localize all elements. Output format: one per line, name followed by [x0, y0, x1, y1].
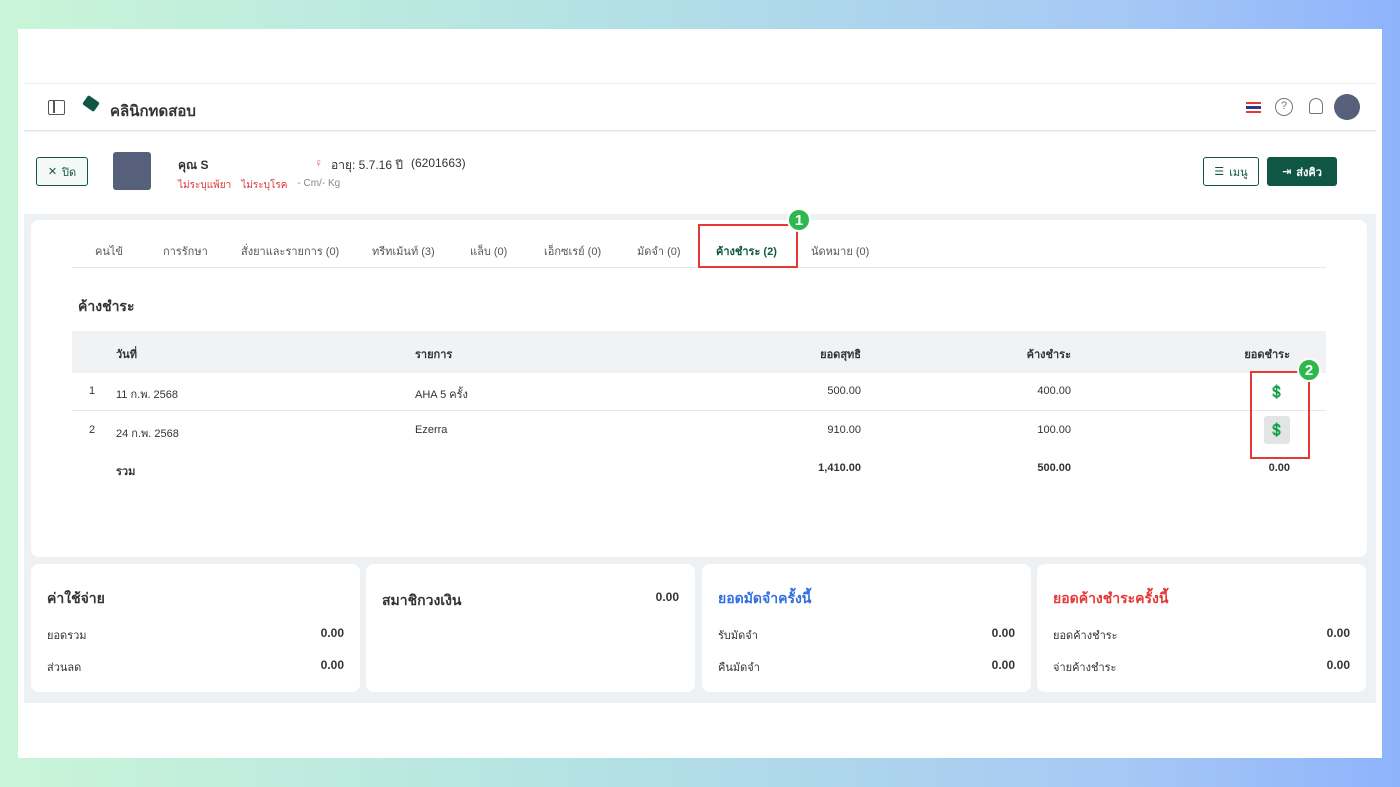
tab-appointment[interactable]: นัดหมาย (0) — [811, 242, 869, 260]
highlight-box-pay — [1250, 371, 1310, 459]
col-paid: ยอดชำระ — [1244, 349, 1290, 361]
annotation-badge: 2 — [1297, 358, 1321, 382]
receive-deposit-row: รับมัดจำ 0.00 — [718, 626, 1015, 644]
value: 0.00 — [320, 658, 344, 672]
menu-label: เมนู — [1229, 166, 1248, 179]
tab-lab[interactable]: แล็บ (0) — [470, 242, 507, 260]
value: 0.00 — [1326, 626, 1350, 640]
send-queue-button[interactable]: ⇥ ส่งคิว — [1267, 157, 1337, 186]
patient-avatar — [113, 152, 151, 190]
tab-treatment[interactable]: การรักษา — [163, 242, 208, 260]
thai-flag-icon[interactable] — [1246, 102, 1261, 113]
discount-row: ส่วนลด 0.00 — [47, 658, 344, 676]
close-label: ปิด — [62, 166, 77, 179]
outstanding-row: ยอดค้างชำระ 0.00 — [1053, 626, 1350, 644]
patient-age: อายุ: 5.7.16 ปี — [331, 158, 403, 172]
col-date: วันที่ — [116, 349, 137, 361]
user-avatar[interactable] — [1334, 94, 1360, 120]
total-paid: 0.00 — [1268, 462, 1290, 474]
row-net: 910.00 — [827, 424, 861, 436]
wallet-row: สมาชิกวงเงิน 0.00 — [382, 590, 679, 612]
label: รับมัดจำ — [718, 630, 758, 642]
total-owed: 500.00 — [1037, 462, 1071, 474]
section-title: ค้างชำระ — [78, 298, 135, 314]
expenses-card: ค่าใช้จ่าย ยอดรวม 0.00 ส่วนลด 0.00 — [31, 564, 360, 692]
top-bar: คลินิกทดสอบ ? — [24, 83, 1376, 131]
wallet-value: 0.00 — [655, 590, 679, 604]
disease-status: ไม่ระบุโรค — [241, 180, 288, 191]
label: ยอดรวม — [47, 630, 87, 642]
label: ยอดค้างชำระ — [1053, 630, 1118, 642]
patient-bar: ✕ ปิด คุณ S ♀ อายุ: 5.7.16 ปี (6201663) ไ… — [24, 132, 1376, 214]
help-icon[interactable]: ? — [1275, 98, 1293, 116]
table-header — [72, 331, 1326, 373]
expenses-title: ค่าใช้จ่าย — [47, 590, 105, 606]
female-icon: ♀ — [314, 156, 323, 170]
close-icon: ✕ — [47, 166, 58, 178]
wallet-card: สมาชิกวงเงิน 0.00 — [366, 564, 695, 692]
label: ส่วนลด — [47, 662, 82, 674]
label: คืนมัดจำ — [718, 662, 760, 674]
row-no: 2 — [89, 424, 96, 436]
tab-deposit[interactable]: มัดจำ (0) — [637, 242, 681, 260]
label: จ่ายค้างชำระ — [1053, 662, 1117, 674]
tab-treatments[interactable]: ทรีทเม้นท์ (3) — [372, 242, 435, 260]
row-owed: 400.00 — [1037, 385, 1071, 397]
total-net: 1,410.00 — [818, 462, 861, 474]
row-date: 11 ก.พ. 2568 — [116, 389, 179, 401]
col-net: ยอดสุทธิ — [820, 349, 861, 361]
row-item: AHA 5 ครั้ง — [415, 389, 468, 401]
row-no: 1 — [89, 385, 96, 397]
tab-xray[interactable]: เอ็กซเรย์ (0) — [544, 242, 601, 260]
menu-icon: ☰ — [1214, 166, 1225, 178]
row-divider — [72, 410, 1326, 411]
row-owed: 100.00 — [1037, 424, 1071, 436]
total-label: รวม — [116, 466, 136, 478]
deposit-card: ยอดมัดจำครั้งนี้ รับมัดจำ 0.00 คืนมัดจำ 0.… — [702, 564, 1031, 692]
annotation-badge: 1 — [787, 208, 811, 232]
wallet-title: สมาชิกวงเงิน — [382, 592, 462, 608]
row-item: Ezerra — [415, 424, 448, 436]
value: 0.00 — [1326, 658, 1350, 672]
col-item: รายการ — [415, 349, 453, 361]
refund-deposit-row: คืนมัดจำ 0.00 — [718, 658, 1015, 676]
close-button[interactable]: ✕ ปิด — [36, 157, 88, 186]
sidebar-toggle-icon[interactable] — [48, 100, 65, 115]
outstanding-card — [31, 220, 1367, 557]
value: 0.00 — [320, 626, 344, 640]
value: 0.00 — [991, 626, 1015, 640]
patient-hn: (6201663) — [410, 156, 466, 170]
bell-icon[interactable] — [1309, 98, 1323, 114]
pay-outstanding-row: จ่ายค้างชำระ 0.00 — [1053, 658, 1350, 676]
outstanding-title: ยอดค้างชำระครั้งนี้ — [1053, 590, 1169, 606]
highlight-box-tab — [698, 224, 798, 268]
tab-patient[interactable]: คนไข้ — [95, 242, 123, 260]
menu-button[interactable]: ☰ เมนู — [1203, 157, 1259, 186]
outstanding-summary-card: ยอดค้างชำระครั้งนี้ ยอดค้างชำระ 0.00 จ่าย… — [1037, 564, 1366, 692]
allergy-status: ไม่ระบุแพ้ยา — [178, 180, 232, 191]
row-net: 500.00 — [827, 385, 861, 397]
queue-label: ส่งคิว — [1296, 166, 1322, 179]
clinic-name: คลินิกทดสอบ — [110, 103, 196, 120]
clinic-logo-icon — [82, 94, 100, 113]
tab-orders[interactable]: สั่งยาและรายการ (0) — [241, 242, 339, 260]
value: 0.00 — [991, 658, 1015, 672]
send-icon: ⇥ — [1282, 166, 1292, 178]
deposit-title: ยอดมัดจำครั้งนี้ — [718, 590, 812, 606]
row-date: 24 ก.พ. 2568 — [116, 428, 179, 440]
total-row: ยอดรวม 0.00 — [47, 626, 344, 644]
patient-name: คุณ S — [178, 158, 209, 172]
body-measure: - Cm/- Kg — [297, 178, 341, 189]
col-owed: ค้างชำระ — [1026, 349, 1071, 361]
